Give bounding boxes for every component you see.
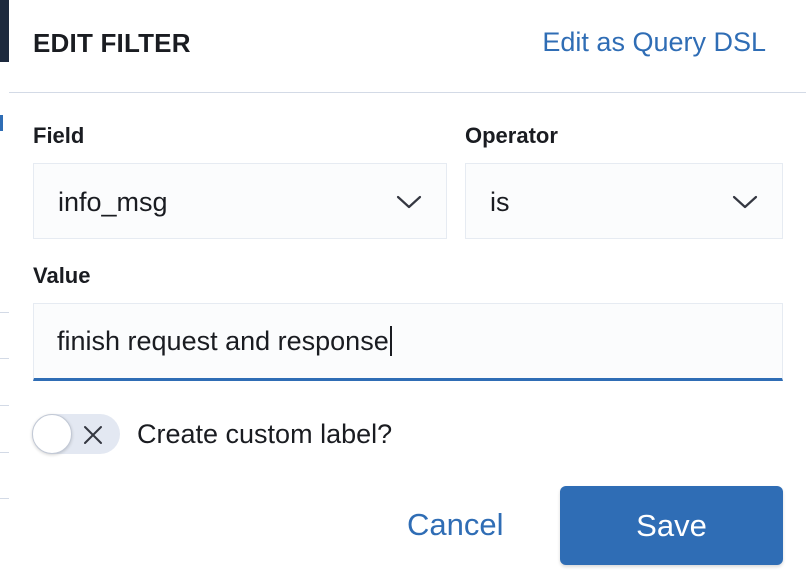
close-icon — [84, 426, 102, 444]
operator-select-value: is — [490, 187, 510, 217]
field-select[interactable]: info_msg — [33, 163, 447, 239]
value-label: Value — [33, 263, 91, 288]
cancel-button[interactable]: Cancel — [407, 507, 504, 543]
field-select-value: info_msg — [58, 187, 168, 217]
background-header-bar — [0, 0, 9, 62]
custom-label-text[interactable]: Create custom label? — [137, 419, 392, 450]
edit-as-query-dsl-link[interactable]: Edit as Query DSL — [542, 27, 766, 58]
value-input-text: finish request and response — [57, 326, 392, 357]
chevron-down-icon — [396, 195, 422, 209]
popover-title: EDIT FILTER — [33, 28, 191, 58]
background-divider — [0, 452, 9, 453]
value-input[interactable]: finish request and response — [33, 303, 783, 381]
background-divider — [0, 498, 9, 499]
background-divider — [0, 405, 9, 406]
background-accent-mark — [0, 115, 3, 131]
switch-knob — [32, 414, 72, 454]
save-button[interactable]: Save — [560, 486, 783, 565]
field-label: Field — [33, 123, 85, 148]
operator-select[interactable]: is — [465, 163, 783, 239]
background-divider — [0, 312, 9, 313]
operator-label: Operator — [465, 123, 558, 148]
value-input-current: finish request and response — [57, 326, 389, 356]
edit-filter-popover: EDIT FILTER Edit as Query DSL Field info… — [9, 0, 806, 586]
chevron-down-icon — [732, 195, 758, 209]
custom-label-switch[interactable] — [32, 414, 120, 454]
background-divider — [0, 358, 9, 359]
popover-header: EDIT FILTER Edit as Query DSL — [9, 0, 806, 93]
screen: EDIT FILTER Edit as Query DSL Field info… — [0, 0, 806, 586]
text-caret — [389, 326, 392, 356]
